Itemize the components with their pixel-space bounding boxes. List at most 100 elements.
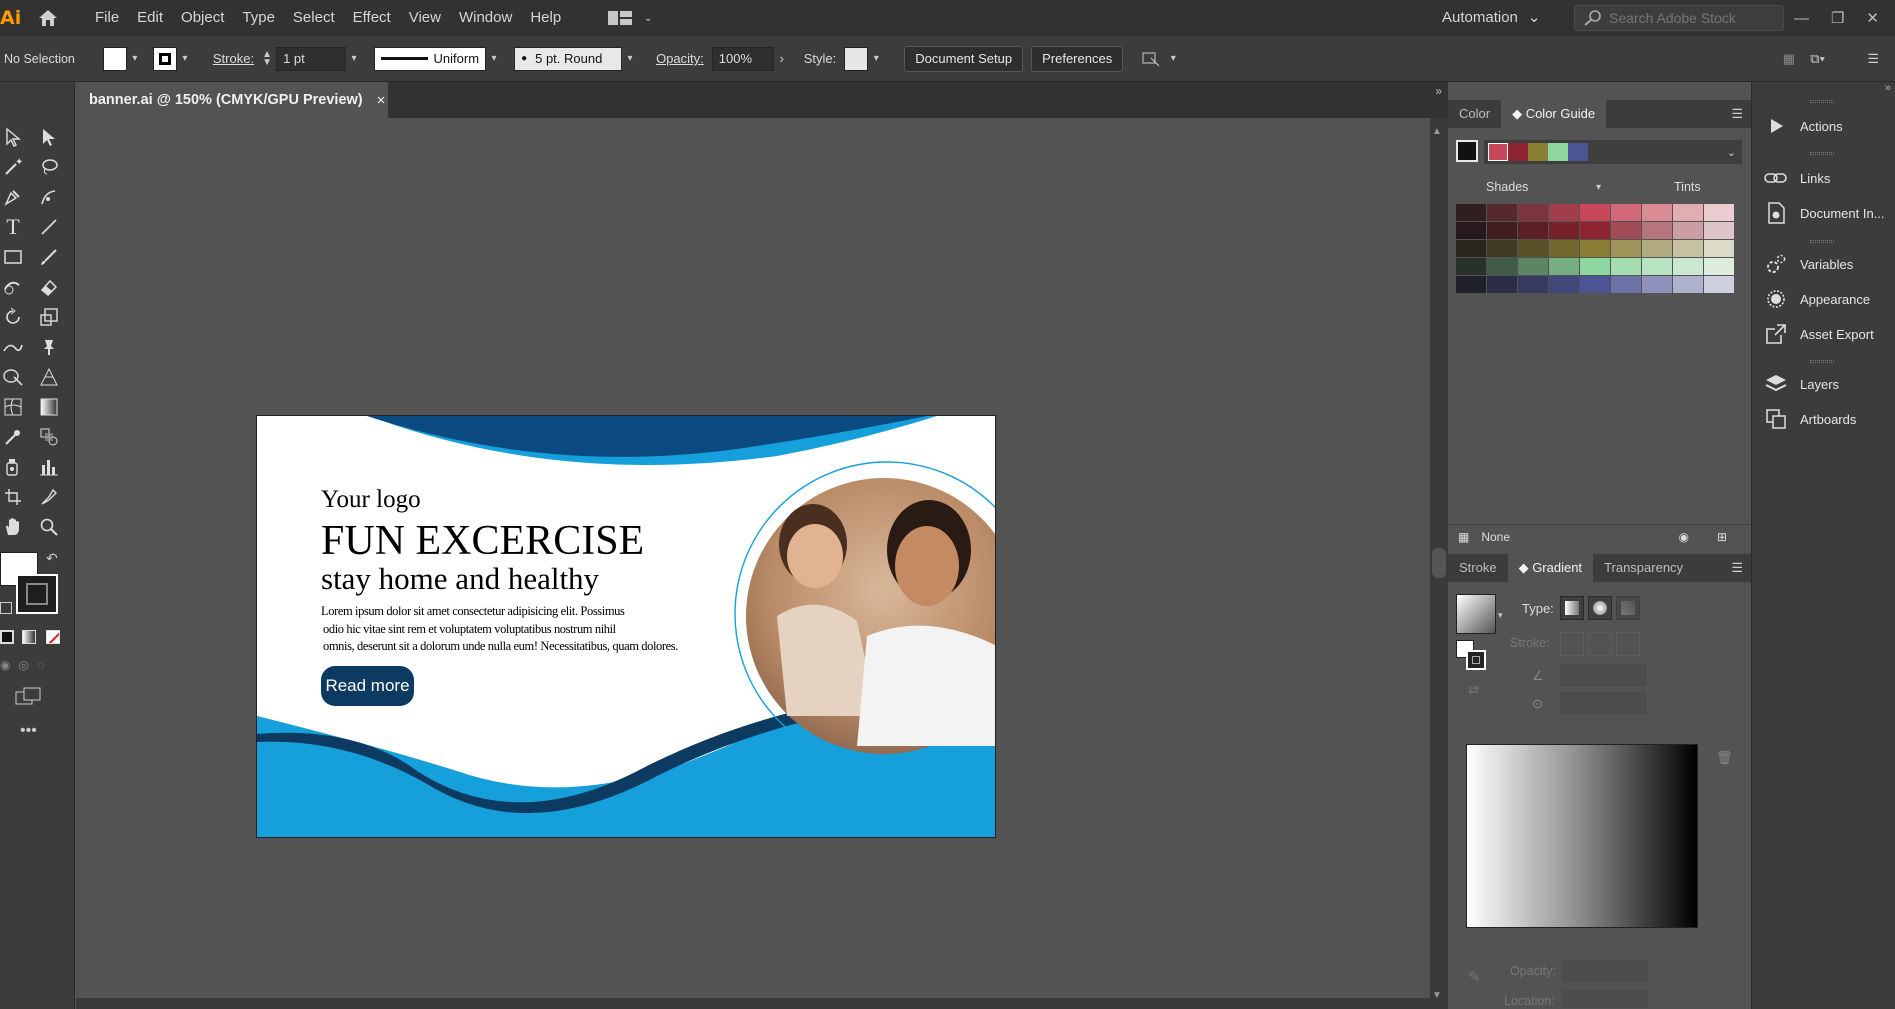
type-tool-icon[interactable]: T xyxy=(0,214,26,240)
menu-help[interactable]: Help xyxy=(521,0,570,36)
freeform-gradient-button[interactable] xyxy=(1616,596,1640,620)
chevron-down-icon[interactable]: ▾ xyxy=(346,53,362,64)
panel-document-info[interactable]: Document In... xyxy=(1764,201,1885,225)
color-variation-cell[interactable] xyxy=(1487,258,1517,275)
stroke-color-box[interactable] xyxy=(16,574,58,614)
menu-type[interactable]: Type xyxy=(233,0,284,36)
color-variation-grid[interactable] xyxy=(1456,204,1742,474)
color-variation-cell[interactable] xyxy=(1704,258,1734,275)
scrollbar-thumb[interactable] xyxy=(1432,548,1446,578)
color-variation-cell[interactable] xyxy=(1580,276,1610,293)
eraser-tool-icon[interactable] xyxy=(36,274,62,300)
paintbrush-tool-icon[interactable] xyxy=(36,244,62,270)
color-variation-cell[interactable] xyxy=(1704,276,1734,293)
document-setup-button[interactable]: Document Setup xyxy=(904,45,1024,72)
artboard-tool-icon[interactable] xyxy=(0,484,26,510)
tab-color[interactable]: Color xyxy=(1448,100,1501,128)
panel-links[interactable]: Links xyxy=(1764,166,1830,190)
chevron-down-icon[interactable]: ▾ xyxy=(868,53,884,64)
menu-view[interactable]: View xyxy=(400,0,450,36)
stroke-gradient-options[interactable] xyxy=(1560,632,1642,656)
puppet-warp-tool-icon[interactable] xyxy=(36,334,62,360)
zoom-tool-icon[interactable] xyxy=(36,514,62,540)
panel-grip[interactable] xyxy=(1810,152,1834,155)
preferences-button[interactable]: Preferences xyxy=(1031,45,1124,72)
magic-wand-tool-icon[interactable]: ✦ xyxy=(0,154,26,180)
angle-field[interactable] xyxy=(1560,664,1646,686)
eyedropper-tool-icon[interactable] xyxy=(0,424,26,450)
color-variation-cell[interactable] xyxy=(1580,222,1610,239)
panel-layers[interactable]: Layers xyxy=(1764,372,1839,396)
variable-width-profile[interactable]: Uniform xyxy=(374,46,487,71)
minimize-icon[interactable]: — xyxy=(1794,10,1809,27)
harmony-swatch[interactable] xyxy=(1528,143,1548,161)
color-variation-cell[interactable] xyxy=(1518,240,1548,257)
color-variation-cell[interactable] xyxy=(1642,240,1672,257)
mesh-tool-icon[interactable] xyxy=(0,394,26,420)
aspect-ratio-field[interactable] xyxy=(1560,692,1646,714)
color-variation-cell[interactable] xyxy=(1487,204,1517,221)
save-group-icon[interactable]: ⊞ xyxy=(1717,530,1727,544)
panel-grip[interactable] xyxy=(1810,100,1834,103)
color-variation-cell[interactable] xyxy=(1549,240,1579,257)
edit-toolbar-icon[interactable]: ••• xyxy=(20,722,37,740)
arrange-documents-button[interactable]: ⌄ xyxy=(608,10,656,26)
shaper-tool-icon[interactable] xyxy=(0,274,26,300)
panel-actions[interactable]: Actions xyxy=(1764,114,1843,138)
harmony-swatch[interactable] xyxy=(1568,143,1588,161)
close-icon[interactable]: × xyxy=(377,92,386,109)
read-more-button[interactable]: Read more xyxy=(321,666,414,706)
panel-menu-icon[interactable]: ☰ xyxy=(1731,560,1743,576)
none-mode-icon[interactable] xyxy=(46,630,60,644)
stroke-stepper[interactable]: ▲ ▼ xyxy=(262,49,272,67)
pen-tool-icon[interactable] xyxy=(0,184,26,210)
color-variation-cell[interactable] xyxy=(1518,222,1548,239)
panel-grip[interactable] xyxy=(1810,360,1834,363)
collapse-panels-icon[interactable]: » xyxy=(1435,84,1442,98)
width-tool-icon[interactable] xyxy=(0,334,26,360)
chevron-down-icon[interactable]: ▾ xyxy=(1498,610,1503,621)
color-variation-cell[interactable] xyxy=(1642,222,1672,239)
chevron-down-icon[interactable]: ▾ xyxy=(127,53,143,64)
color-variation-cell[interactable] xyxy=(1642,258,1672,275)
color-variation-cell[interactable] xyxy=(1549,276,1579,293)
chevron-right-icon[interactable]: › xyxy=(774,51,790,66)
chevron-down-icon[interactable]: ▾ xyxy=(486,53,502,64)
color-variation-cell[interactable] xyxy=(1456,240,1486,257)
harmony-swatch[interactable] xyxy=(1508,143,1528,161)
gradient-location-field[interactable] xyxy=(1562,990,1648,1008)
color-variation-cell[interactable] xyxy=(1611,204,1641,221)
shape-builder-tool-icon[interactable] xyxy=(0,364,26,390)
opacity-label[interactable]: Opacity: xyxy=(656,51,704,66)
restore-icon[interactable]: ❐ xyxy=(1831,9,1844,27)
panel-artboards[interactable]: Artboards xyxy=(1764,407,1856,431)
brush-definition[interactable]: ● 5 pt. Round xyxy=(514,46,623,71)
stroke-label[interactable]: Stroke: xyxy=(213,51,254,66)
color-variation-cell[interactable] xyxy=(1456,258,1486,275)
artboard[interactable]: Your logo FUN EXCERCISE stay home and he… xyxy=(256,415,996,838)
menu-window[interactable]: Window xyxy=(450,0,521,36)
swatch-library-icon[interactable]: ▦ xyxy=(1458,530,1469,544)
color-variation-cell[interactable] xyxy=(1580,204,1610,221)
lasso-tool-icon[interactable] xyxy=(36,154,62,180)
color-variation-cell[interactable] xyxy=(1642,204,1672,221)
menu-edit[interactable]: Edit xyxy=(128,0,172,36)
color-variation-cell[interactable] xyxy=(1580,258,1610,275)
selection-tool-icon[interactable] xyxy=(0,124,26,150)
stock-search[interactable] xyxy=(1574,5,1784,31)
eyedropper-icon[interactable]: ✎ xyxy=(1468,968,1481,986)
color-variation-cell[interactable] xyxy=(1518,258,1548,275)
panel-asset-export[interactable]: Asset Export xyxy=(1764,322,1874,346)
swap-fill-stroke-icon[interactable]: ↶ xyxy=(46,550,58,567)
color-variation-cell[interactable] xyxy=(1487,276,1517,293)
tab-gradient[interactable]: ◆ Gradient xyxy=(1507,554,1594,582)
curvature-tool-icon[interactable] xyxy=(36,184,62,210)
reverse-gradient-icon[interactable]: ⇄ xyxy=(1468,682,1479,698)
color-variation-cell[interactable] xyxy=(1704,240,1734,257)
transform-icon[interactable]: ⧉▾ xyxy=(1810,51,1825,67)
color-variation-cell[interactable] xyxy=(1456,204,1486,221)
color-variation-cell[interactable] xyxy=(1487,222,1517,239)
color-variation-cell[interactable] xyxy=(1518,204,1548,221)
hand-tool-icon[interactable] xyxy=(0,514,26,540)
tab-stroke[interactable]: Stroke xyxy=(1448,554,1508,582)
